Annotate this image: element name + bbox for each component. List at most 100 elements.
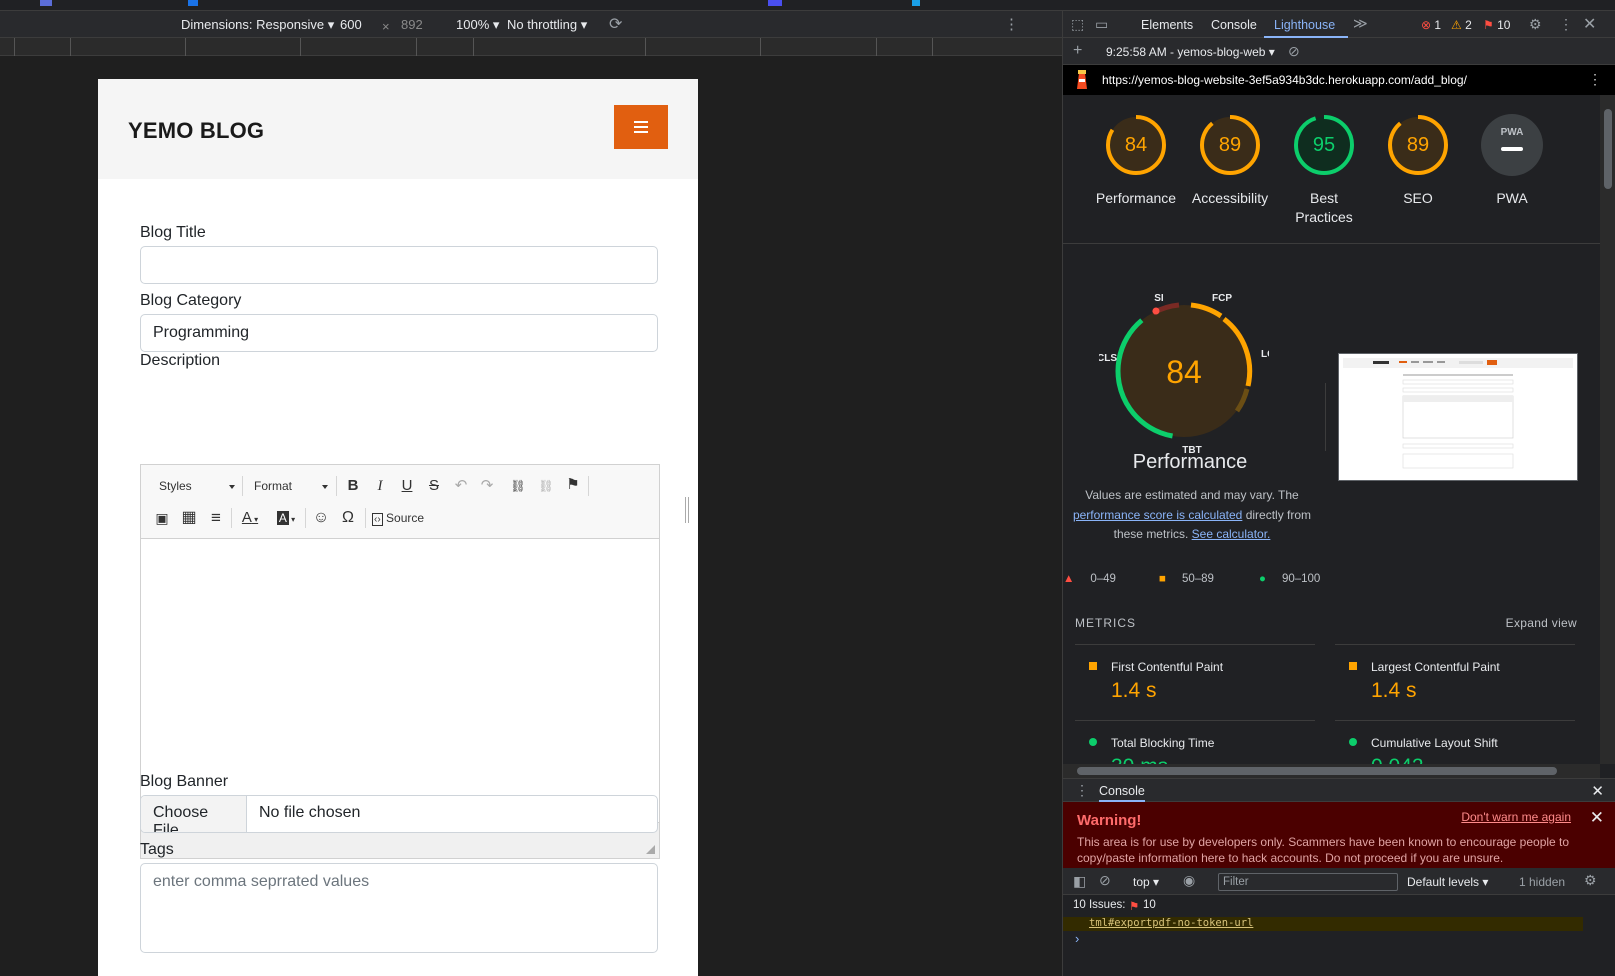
- sidebar-toggle-icon[interactable]: ◧: [1073, 873, 1086, 890]
- score-gauge-pwa[interactable]: PWA PWA: [1465, 113, 1559, 208]
- blog-title-input[interactable]: [140, 246, 658, 284]
- height-input[interactable]: 892: [401, 17, 423, 32]
- throttling-label: No throttling: [507, 17, 578, 32]
- width-input[interactable]: 600: [340, 17, 362, 32]
- final-screenshot-thumbnail[interactable]: [1338, 353, 1578, 481]
- dont-warn-link[interactable]: Don't warn me again: [1461, 810, 1571, 824]
- clear-console-icon[interactable]: ⊘: [1099, 872, 1111, 889]
- toolbar-separator: [305, 508, 306, 528]
- tags-textarea[interactable]: enter comma seprrated values: [140, 863, 658, 953]
- rotate-icon[interactable]: ⟳: [609, 14, 622, 34]
- warning-counter[interactable]: ⚠ 2: [1451, 18, 1472, 32]
- format-label: Format: [254, 479, 293, 493]
- error-counter[interactable]: ⊗ 1: [1421, 18, 1441, 32]
- inspect-element-icon[interactable]: ⬚: [1071, 16, 1084, 33]
- close-warning-icon[interactable]: ✕: [1590, 808, 1604, 828]
- live-expression-eye-icon[interactable]: ◉: [1183, 872, 1195, 889]
- console-settings-icon[interactable]: ⚙: [1584, 872, 1597, 889]
- console-filter-input[interactable]: Filter: [1218, 873, 1398, 891]
- metric-largest-contentful-paint: Largest Contentful Paint 1.4 s: [1335, 644, 1575, 720]
- format-dropdown[interactable]: Format: [244, 475, 330, 497]
- report-horizontal-scrollbar[interactable]: [1063, 764, 1600, 778]
- context-selector[interactable]: top ▾: [1133, 875, 1159, 889]
- clear-reports-icon[interactable]: ⊘: [1288, 43, 1300, 60]
- lighthouse-toolbar: + 9:25:58 AM - yemos-blog-web ▾ ⊘: [1063, 38, 1615, 65]
- more-options-icon[interactable]: ⋮: [1004, 15, 1019, 33]
- site-brand[interactable]: YEMO BLOG: [128, 118, 264, 144]
- device-toggle-icon[interactable]: ▭: [1095, 16, 1108, 33]
- throttling-dropdown[interactable]: No throttling ▾: [507, 17, 587, 33]
- unlink-icon[interactable]: ⛓: [535, 475, 557, 497]
- gauge-label-fcp: FCP: [1212, 293, 1232, 304]
- customize-menu-icon[interactable]: ⋮: [1559, 16, 1573, 33]
- legend-fail-label: 0–49: [1090, 573, 1116, 585]
- issues-bar[interactable]: 10 Issues: ⚑ 10: [1063, 895, 1615, 917]
- report-url[interactable]: https://yemos-blog-website-3ef5a934b3dc.…: [1102, 73, 1467, 87]
- text-color-button[interactable]: A ▾: [237, 507, 263, 529]
- expand-view-toggle[interactable]: Expand view: [1506, 616, 1577, 630]
- gauge-score: 89: [1406, 134, 1430, 156]
- log-levels-dropdown[interactable]: Default levels ▾: [1407, 875, 1488, 889]
- blog-banner-file-input[interactable]: Choose File No file chosen: [140, 795, 658, 833]
- score-calculated-link[interactable]: performance score is calculated: [1073, 508, 1242, 522]
- legend-average: ■ 50–89: [1159, 573, 1214, 585]
- zoom-dropdown[interactable]: 100% ▾: [456, 17, 499, 33]
- more-tabs-icon[interactable]: ≫: [1353, 15, 1368, 32]
- tab-elements[interactable]: Elements: [1141, 18, 1193, 32]
- blog-banner-label: Blog Banner: [140, 773, 229, 790]
- styles-dropdown[interactable]: Styles: [149, 475, 237, 497]
- scrollbar-thumb[interactable]: [1077, 767, 1557, 775]
- scrollbar-thumb[interactable]: [1604, 109, 1612, 189]
- settings-gear-icon[interactable]: ⚙: [1529, 16, 1542, 33]
- undo-icon[interactable]: ↶: [450, 475, 472, 497]
- metric-value: 0.042: [1371, 755, 1424, 764]
- navbar-toggler-button[interactable]: [614, 105, 668, 149]
- background-color-button[interactable]: A ▾: [273, 507, 299, 529]
- tab-favicon: [912, 0, 920, 6]
- choose-file-button[interactable]: Choose File: [141, 796, 247, 832]
- report-vertical-scrollbar[interactable]: [1600, 95, 1615, 764]
- score-gauge-best-practices[interactable]: 95 Best Practices: [1277, 113, 1371, 227]
- report-menu-icon[interactable]: ⋮: [1588, 71, 1602, 88]
- source-icon: ‹›: [372, 513, 383, 526]
- tab-console-drawer[interactable]: Console: [1099, 784, 1145, 802]
- table-icon[interactable]: ▦: [178, 507, 200, 529]
- new-report-icon[interactable]: +: [1073, 42, 1082, 60]
- metric-value: 1.4 s: [1371, 679, 1417, 702]
- redo-icon[interactable]: ↷: [476, 475, 498, 497]
- score-gauge-seo[interactable]: 89 SEO: [1371, 113, 1465, 208]
- tab-lighthouse[interactable]: Lighthouse: [1274, 18, 1335, 32]
- bold-button[interactable]: B: [342, 475, 364, 497]
- resize-grip-icon[interactable]: [646, 845, 655, 854]
- dimensions-dropdown[interactable]: Dimensions: Responsive ▾: [181, 17, 334, 33]
- source-button[interactable]: ‹› Source: [372, 507, 434, 529]
- metric-name: Cumulative Layout Shift: [1371, 736, 1498, 750]
- italic-button[interactable]: I: [369, 475, 391, 497]
- devtools-panel: ⬚ ▭ Elements Console Lighthouse ≫ ⊗ 1 ⚠ …: [1062, 11, 1615, 976]
- blog-category-input[interactable]: Programming: [140, 314, 658, 352]
- issues-counter[interactable]: ⚑ 10: [1483, 18, 1510, 32]
- tab-favicon: [768, 0, 782, 6]
- anchor-flag-icon[interactable]: ⚑: [562, 474, 584, 496]
- link-icon[interactable]: ⛓: [507, 475, 529, 497]
- horizontal-line-icon[interactable]: ≡: [205, 507, 227, 529]
- metric-name: Largest Contentful Paint: [1371, 660, 1500, 674]
- report-selector[interactable]: 9:25:58 AM - yemos-blog-web ▾: [1106, 45, 1275, 59]
- gauge-ring: 89: [1198, 113, 1262, 177]
- close-drawer-icon[interactable]: ✕: [1591, 782, 1604, 800]
- drawer-menu-icon[interactable]: ⋮: [1075, 782, 1089, 799]
- device-toolbar: Dimensions: Responsive ▾ 600 × 892 100% …: [0, 11, 1062, 38]
- see-calculator-link[interactable]: See calculator.: [1192, 527, 1271, 541]
- special-character-icon[interactable]: Ω: [337, 507, 359, 529]
- strikethrough-button[interactable]: S: [423, 475, 445, 497]
- underline-button[interactable]: U: [396, 475, 418, 497]
- console-log-link[interactable]: tml#exportpdf-no-token-url: [1063, 917, 1583, 931]
- image-icon[interactable]: ▣: [151, 507, 173, 529]
- tab-console[interactable]: Console: [1211, 18, 1257, 32]
- console-prompt[interactable]: ›: [1075, 931, 1079, 946]
- score-gauge-performance[interactable]: 84 Performance: [1089, 113, 1183, 208]
- close-devtools-icon[interactable]: ✕: [1583, 14, 1596, 34]
- emoji-icon[interactable]: ☺: [310, 507, 332, 529]
- score-gauge-accessibility[interactable]: 89 Accessibility: [1183, 113, 1277, 208]
- viewport-resize-handle[interactable]: [685, 497, 689, 523]
